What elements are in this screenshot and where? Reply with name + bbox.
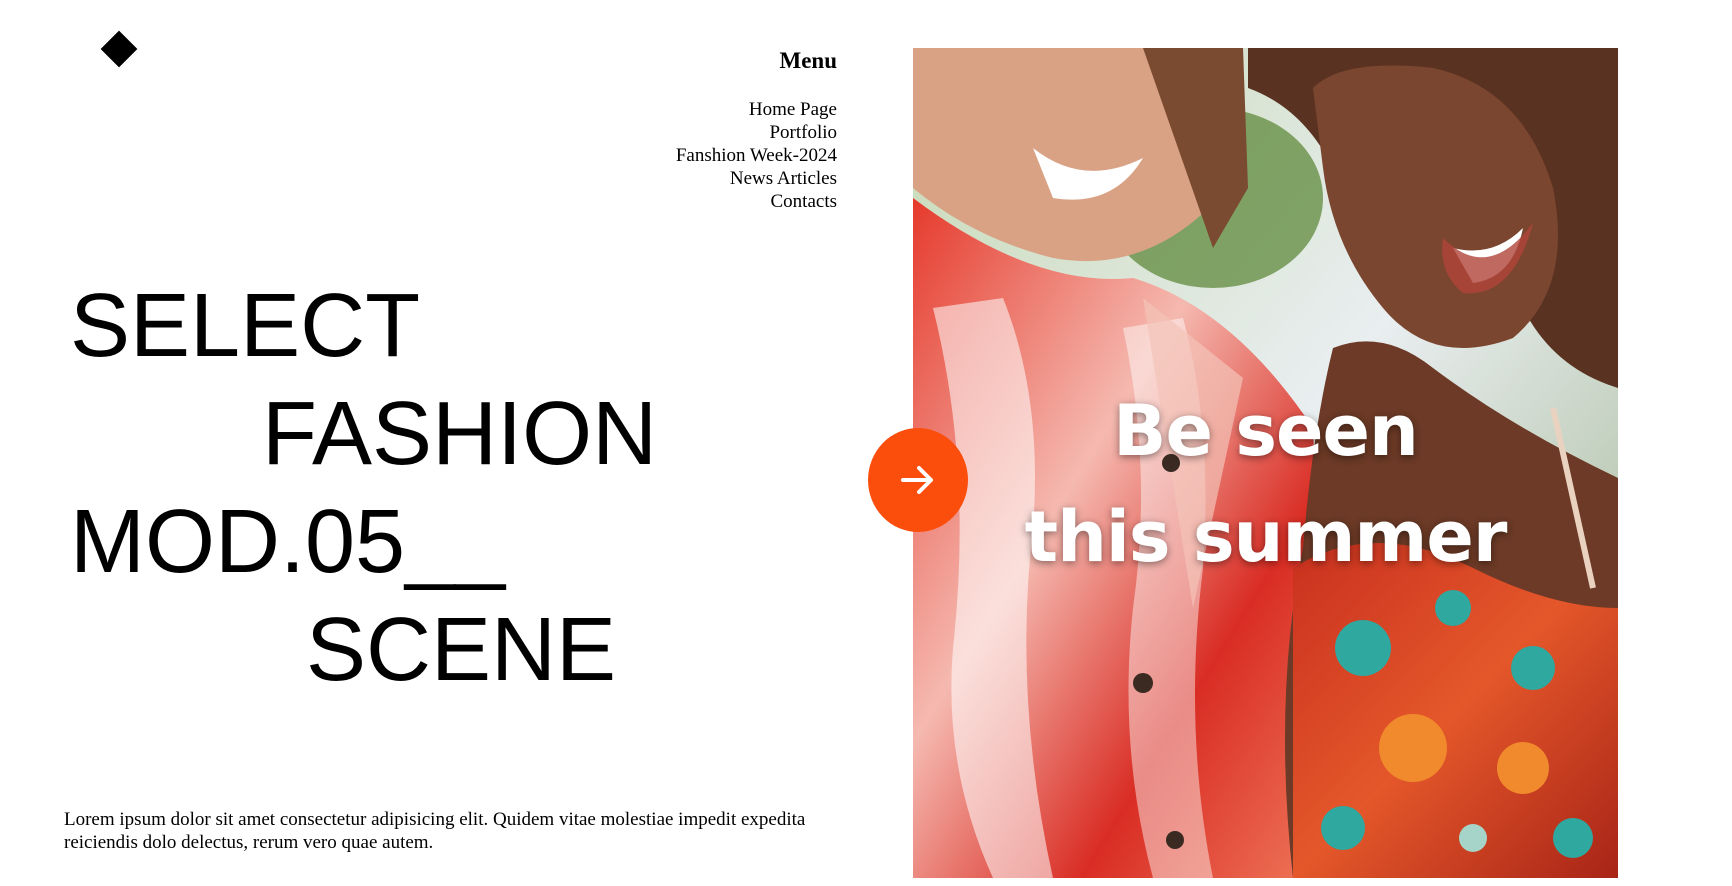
next-slide-button[interactable] xyxy=(868,428,968,532)
menu-item-portfolio[interactable]: Portfolio xyxy=(676,121,837,144)
menu-item-contacts[interactable]: Contacts xyxy=(676,190,838,213)
headline-line-2: FASHION xyxy=(262,384,658,484)
menu-title: Menu xyxy=(779,48,838,73)
intro-paragraph: Lorem ipsum dolor sit amet consectetur a… xyxy=(64,809,806,853)
arrow-right-icon xyxy=(901,466,933,494)
menu-item-news-articles[interactable]: News Articles xyxy=(676,167,837,190)
menu-list: Home Page Portfolio Fanshion Week-2024 N… xyxy=(676,98,837,213)
hero-image: Be seen this summer xyxy=(913,48,1618,878)
headline-line-4: SCENE xyxy=(306,600,617,700)
hero-caption: Be seen this summer xyxy=(913,378,1618,590)
menu-item-home-page[interactable]: Home Page xyxy=(676,98,837,121)
hero-caption-line-2: this summer xyxy=(1024,496,1508,578)
main-menu: Menu Home Page Portfolio Fanshion Week-2… xyxy=(676,48,837,213)
headline-line-1: SELECT xyxy=(70,276,421,376)
headline-line-3: MOD.05__ xyxy=(70,492,506,592)
hero-caption-line-1: Be seen xyxy=(1113,390,1419,472)
logo-diamond-icon[interactable] xyxy=(100,30,138,68)
menu-item-fashion-week[interactable]: Fanshion Week-2024 xyxy=(676,144,837,167)
hero-headline: SELECT FASHION MOD.05__ SCENE xyxy=(70,272,657,704)
